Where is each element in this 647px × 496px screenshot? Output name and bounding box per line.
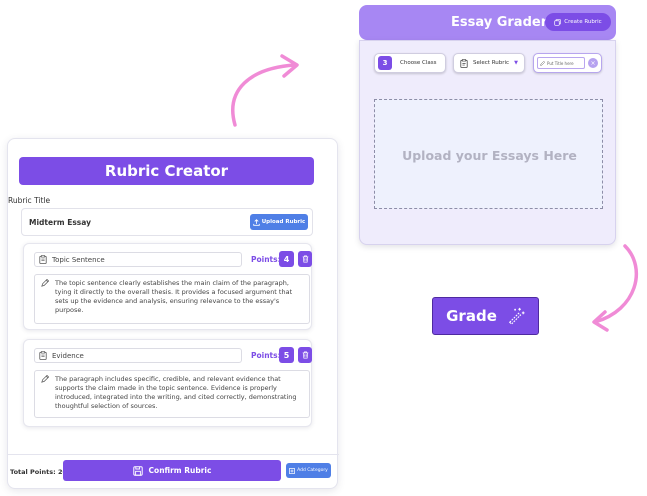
points-input[interactable]: 5 (279, 347, 294, 363)
points-input[interactable]: 4 (279, 251, 294, 267)
copy-icon (554, 18, 561, 26)
pencil-icon (41, 375, 49, 383)
add-category-label: Add Category (297, 468, 328, 473)
essay-title-input[interactable]: Put Title here (537, 57, 585, 69)
essay-title-field[interactable]: Put Title here × (533, 53, 602, 73)
plus-square-icon (289, 467, 296, 474)
rubric-creator-card: Rubric Creator Rubric Title Midterm Essa… (7, 138, 339, 489)
upload-rubric-button[interactable]: Upload Rubric (250, 214, 308, 230)
caret-down-icon: ▼ (514, 60, 518, 66)
save-icon (132, 465, 143, 476)
essay-title-placeholder: Put Title here (547, 60, 574, 66)
essay-grader-panel: 3 Choose Class Select Rubric ▼ Put Title… (359, 40, 616, 245)
arrow-to-grade-icon (592, 244, 639, 332)
total-points: Total Points: 20 (10, 468, 67, 476)
criterion-description[interactable]: The topic sentence clearly establishes t… (55, 279, 292, 314)
rubric-title-value[interactable]: Midterm Essay (29, 218, 91, 227)
criterion-description[interactable]: The paragraph includes specific, credibl… (55, 375, 297, 410)
grade-label: Grade (446, 307, 497, 325)
clear-icon[interactable]: × (588, 58, 598, 68)
criterion-description-field[interactable]: The topic sentence clearly establishes t… (34, 274, 310, 324)
clipboard-icon (39, 351, 47, 360)
confirm-rubric-label: Confirm Rubric (148, 466, 212, 475)
points-label: Points: (251, 255, 281, 264)
points-label: Points: (251, 351, 281, 360)
grade-button[interactable]: Grade (432, 297, 539, 335)
select-rubric-dropdown[interactable]: Select Rubric ▼ (453, 53, 525, 73)
class-number-badge: 3 (378, 56, 392, 70)
arrow-to-grader-icon (231, 54, 299, 127)
pencil-icon (41, 279, 49, 287)
create-rubric-label: Create Rubric (564, 19, 602, 25)
upload-icon (252, 218, 260, 226)
criterion-description-field[interactable]: The paragraph includes specific, credibl… (34, 370, 310, 418)
rubric-creator-header: Rubric Creator (19, 157, 314, 185)
criterion-card: Topic Sentence Points: 4 The topic sente… (23, 243, 312, 330)
footer-divider (8, 454, 339, 455)
create-rubric-button[interactable]: Create Rubric (545, 13, 611, 31)
clipboard-icon (39, 255, 47, 264)
criterion-card: Evidence Points: 5 The paragraph include… (23, 339, 312, 427)
criterion-name[interactable]: Evidence (52, 352, 84, 360)
delete-criterion-button[interactable] (298, 347, 312, 363)
essay-grader-header: Essay Grader Create Rubric (359, 5, 616, 40)
upload-essays-text: Upload your Essays Here (402, 148, 577, 163)
select-rubric-label: Select Rubric (473, 60, 510, 66)
rubric-title-label: Rubric Title (8, 196, 51, 205)
upload-rubric-label: Upload Rubric (261, 219, 306, 225)
choose-class-label: Choose Class (400, 60, 437, 66)
criterion-name-field[interactable]: Topic Sentence (34, 252, 242, 267)
add-category-button[interactable]: Add Category (286, 463, 331, 478)
essay-upload-dropzone[interactable]: Upload your Essays Here (374, 99, 603, 209)
trash-icon (302, 351, 308, 359)
trash-icon (302, 255, 308, 263)
magic-wand-icon (508, 307, 525, 325)
choose-class-button[interactable]: 3 Choose Class (374, 53, 446, 73)
criterion-name-field[interactable]: Evidence (34, 348, 242, 363)
rubric-title-field[interactable]: Midterm Essay Upload Rubric (21, 208, 313, 236)
pencil-icon (540, 60, 545, 66)
confirm-rubric-button[interactable]: Confirm Rubric (63, 460, 281, 481)
delete-criterion-button[interactable] (298, 251, 312, 267)
criterion-name[interactable]: Topic Sentence (52, 256, 105, 264)
clipboard-icon (460, 58, 468, 68)
essay-grader-title: Essay Grader (451, 15, 548, 30)
